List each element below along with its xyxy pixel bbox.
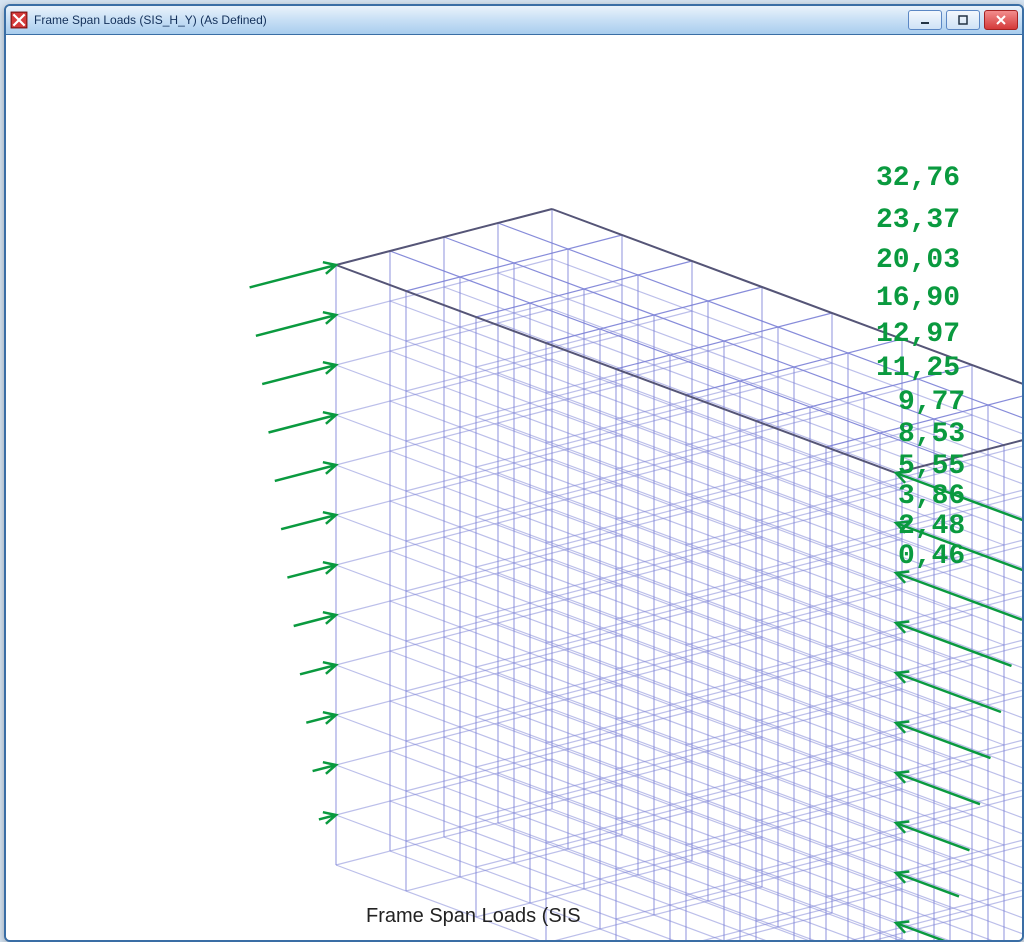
footer-caption: Frame Span Loads (SIS [366, 905, 581, 928]
load-value-label: 11,25 [876, 353, 960, 384]
app-window: Frame Span Loads (SIS_H_Y) (As Defined) … [4, 4, 1024, 942]
load-value-label: 5,55 [898, 451, 965, 482]
model-viewport[interactable]: 32,76 23,37 20,03 16,90 12,9711,259,778,535,… [6, 35, 1022, 940]
structure-drawing [6, 35, 1022, 940]
titlebar: Frame Span Loads (SIS_H_Y) (As Defined) [6, 6, 1022, 35]
load-value-label: 0,46 [898, 541, 965, 572]
maximize-button[interactable] [946, 10, 980, 30]
window-controls [908, 10, 1018, 30]
load-value-label: 8,53 [898, 419, 965, 450]
load-value-label: 2,48 [898, 511, 965, 542]
close-button[interactable] [984, 10, 1018, 30]
minimize-button[interactable] [908, 10, 942, 30]
load-value-label: 12,97 [876, 319, 960, 350]
load-value-label: 32,76 [876, 163, 960, 194]
load-value-label: 9,77 [898, 387, 965, 418]
window-title: Frame Span Loads (SIS_H_Y) (As Defined) [34, 13, 908, 27]
load-value-label: 20,03 [876, 245, 960, 276]
load-value-label: 23,37 [876, 205, 960, 236]
load-value-label: 16,90 [876, 283, 960, 314]
app-icon [10, 11, 28, 29]
load-value-label: 3,86 [898, 481, 965, 512]
